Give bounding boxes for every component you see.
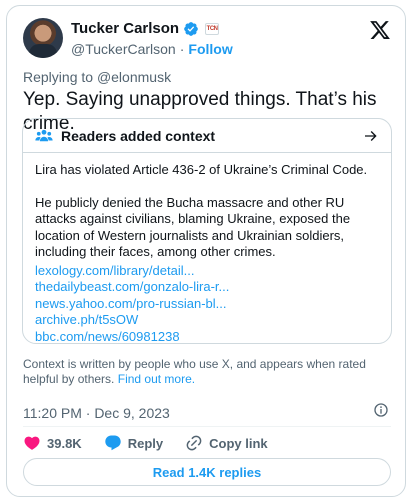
like-button[interactable]: 39.8K <box>23 434 82 452</box>
note-source-link[interactable]: news.yahoo.com/pro-russian-bl... <box>35 296 379 313</box>
link-icon <box>186 435 202 451</box>
copy-link-label: Copy link <box>209 435 268 451</box>
read-replies-button[interactable]: Read 1.4K replies <box>23 458 391 486</box>
replying-prefix: Replying to <box>23 69 97 85</box>
verified-badge-icon <box>184 21 198 36</box>
divider <box>23 426 391 427</box>
arrow-right-icon[interactable] <box>363 128 379 144</box>
people-icon <box>35 129 53 141</box>
tweet-timestamp[interactable]: 11:20 PM · Dec 9, 2023 <box>23 405 170 421</box>
author-name-row: Tucker Carlson TCN <box>71 20 220 37</box>
community-note-header[interactable]: Readers added context <box>23 119 391 153</box>
find-out-more-link[interactable]: Find out more. <box>118 372 195 386</box>
replying-to: Replying to @elonmusk <box>23 69 171 85</box>
note-source-link[interactable]: thedailybeast.com/gonzalo-lira-r... <box>35 279 379 296</box>
follow-button[interactable]: Follow <box>188 41 232 57</box>
community-note-title: Readers added context <box>61 127 216 144</box>
context-notice: Context is written by people who use X, … <box>23 357 393 387</box>
copy-link-button[interactable]: Copy link <box>185 434 268 452</box>
tweet-actions: 39.8K Reply Copy link <box>23 434 268 452</box>
note-paragraph: Lira has violated Article 436-2 of Ukrai… <box>35 162 368 177</box>
author-handle-row: @TuckerCarlson · Follow <box>71 41 233 57</box>
note-paragraph: He publicly denied the Bucha massacre an… <box>35 194 351 260</box>
note-source-link[interactable]: lexology.com/library/detail... <box>35 263 379 280</box>
tweet-embed-card: Tucker Carlson TCN @TuckerCarlson · Foll… <box>6 5 406 497</box>
affiliation-badge[interactable]: TCN <box>205 22 220 35</box>
like-count: 39.8K <box>47 435 82 451</box>
note-source-link[interactable]: archive.ph/t5sOW <box>35 312 379 329</box>
author-handle[interactable]: @TuckerCarlson <box>71 41 176 57</box>
community-note-body: Lira has violated Article 436-2 of Ukrai… <box>23 153 391 345</box>
handle-separator: · <box>179 41 185 57</box>
note-source-links: lexology.com/library/detail... thedailyb… <box>35 263 379 346</box>
note-source-link[interactable]: bbc.com/news/60981238 <box>35 329 379 346</box>
x-logo-icon[interactable] <box>369 19 391 41</box>
author-name[interactable]: Tucker Carlson <box>71 20 179 37</box>
reply-button[interactable]: Reply <box>104 434 163 452</box>
heart-icon <box>24 436 40 450</box>
replying-mention-link[interactable]: @elonmusk <box>97 69 171 85</box>
reply-label: Reply <box>127 435 164 451</box>
community-note[interactable]: Readers added context Lira has violated … <box>22 118 392 344</box>
avatar[interactable] <box>23 18 63 58</box>
reply-bubble-icon <box>105 435 121 451</box>
info-icon[interactable] <box>373 402 389 418</box>
